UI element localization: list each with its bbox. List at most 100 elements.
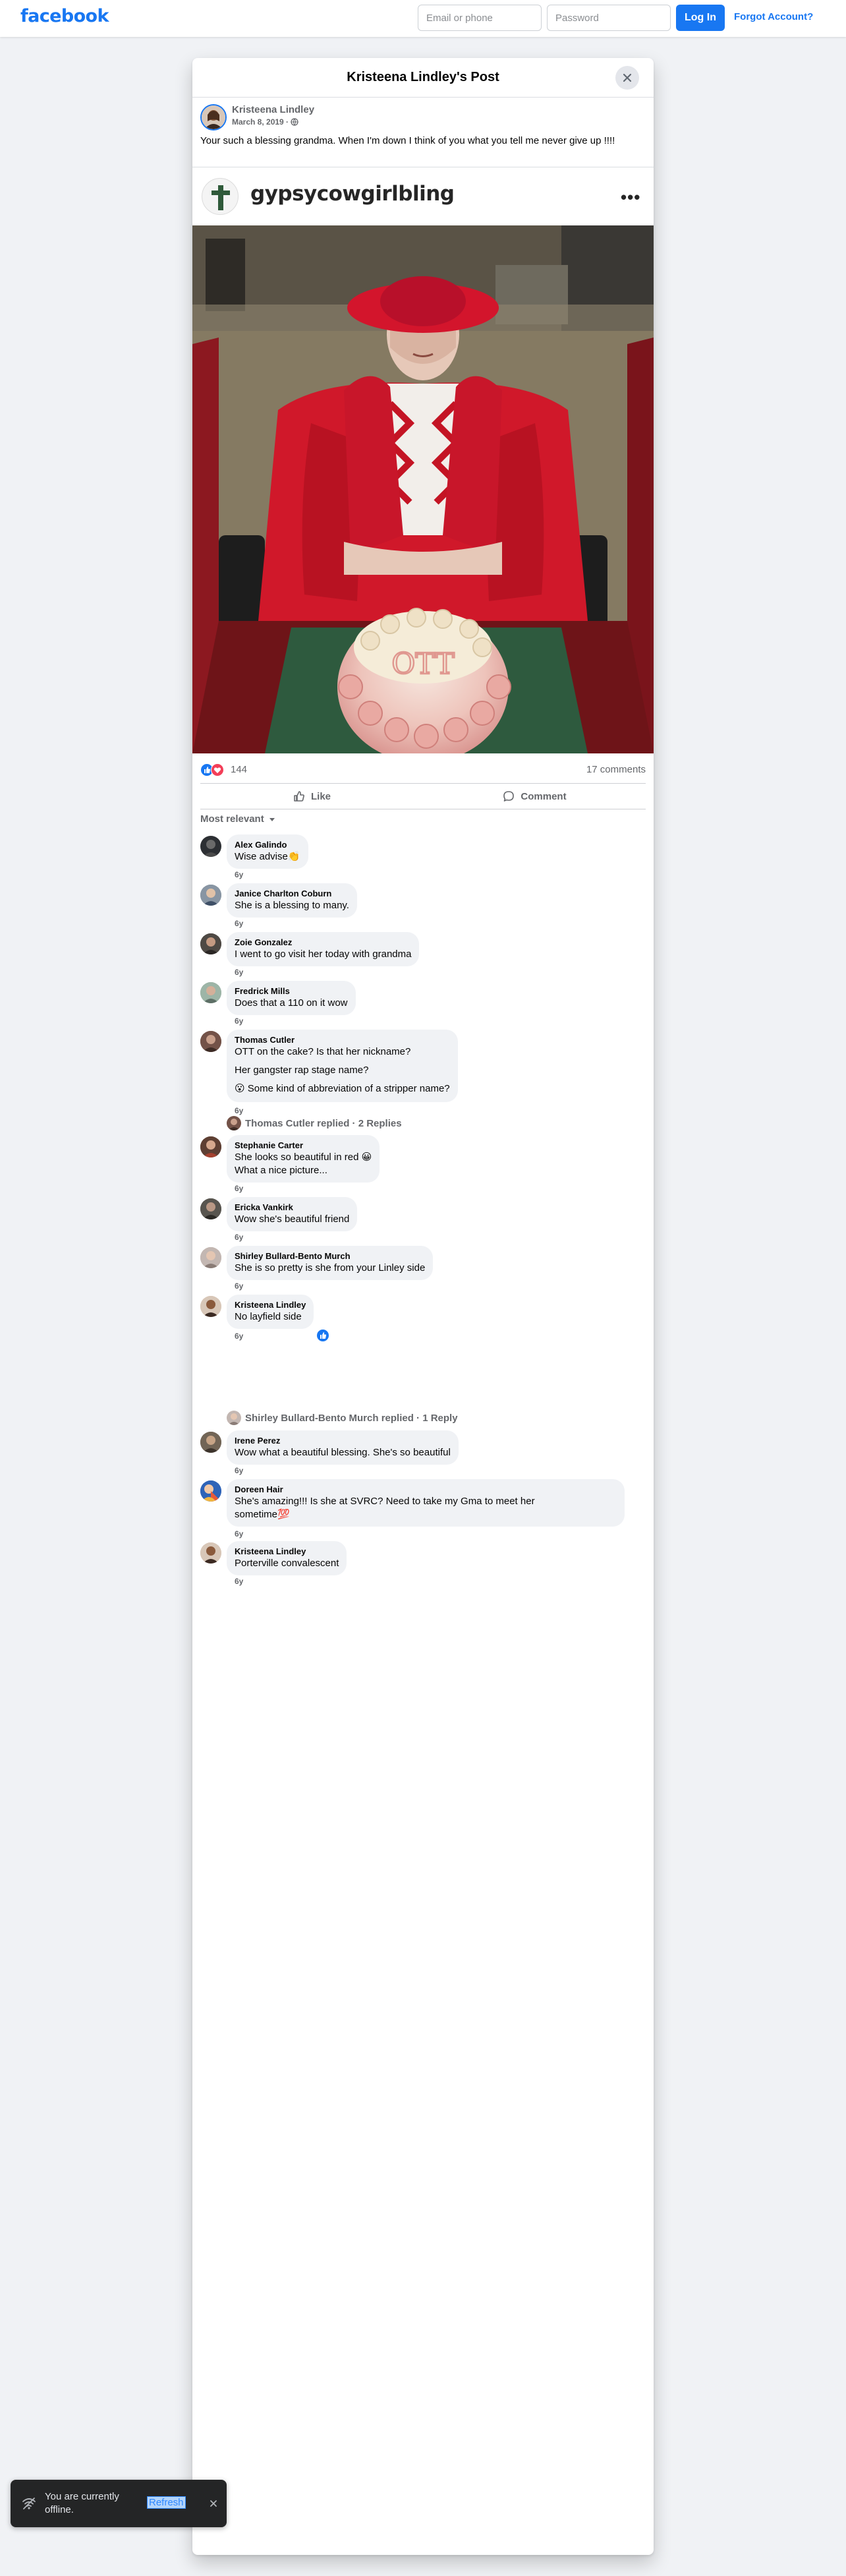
commenter-name[interactable]: Kristeena Lindley — [235, 1546, 339, 1557]
refresh-link[interactable]: Refresh — [147, 2496, 186, 2509]
post-text: Your such a blessing grandma. When I'm d… — [200, 135, 615, 146]
comment-age[interactable]: 6y — [235, 919, 243, 928]
comment-text: She is a blessing to many. — [235, 900, 349, 911]
comment-age[interactable]: 6y — [235, 870, 243, 879]
comment-avatar[interactable] — [200, 1432, 221, 1453]
comment-text: sometime💯 — [235, 1509, 290, 1520]
email-field[interactable] — [418, 5, 542, 31]
comment-item: Ericka Vankirk Wow she's beautiful frien… — [200, 1197, 646, 1244]
comment-item: Thomas Cutler OTT on the cake? Is that h… — [200, 1030, 646, 1115]
comment-bubble: Zoie Gonzalez I went to go visit her tod… — [227, 932, 420, 966]
comment-avatar[interactable] — [200, 1296, 221, 1317]
post-author-name[interactable]: Kristeena Lindley — [232, 104, 314, 115]
post-meta: March 8, 2019 · — [232, 117, 299, 127]
comment-text: She looks so beautiful in red 😀 — [235, 1152, 372, 1163]
toast-close-button[interactable] — [206, 2496, 221, 2511]
commenter-name[interactable]: Thomas Cutler — [235, 1035, 450, 1045]
comment-sort-dropdown[interactable]: Most relevant — [200, 813, 276, 825]
comment-avatar[interactable] — [200, 1480, 221, 1502]
comment-age[interactable]: 6y — [235, 1577, 243, 1586]
action-bar: Like Comment — [200, 783, 646, 809]
comment-age[interactable]: 6y — [235, 1332, 243, 1341]
comment-avatar[interactable] — [200, 885, 221, 906]
comment-age[interactable]: 6y — [235, 1233, 243, 1242]
comment-avatar[interactable] — [200, 1198, 221, 1219]
sort-label: Most relevant — [200, 813, 264, 825]
comment-age[interactable]: 6y — [235, 1016, 243, 1026]
commenter-name[interactable]: Kristeena Lindley — [235, 1300, 306, 1310]
forgot-account-link[interactable]: Forgot Account? — [734, 11, 813, 22]
commenter-name[interactable]: Shirley Bullard-Bento Murch — [235, 1251, 425, 1262]
comment-avatar[interactable] — [200, 1136, 221, 1157]
comment-button[interactable]: Comment — [423, 784, 646, 809]
commenter-name[interactable]: Fredrick Mills — [235, 986, 348, 997]
embed-username[interactable]: gypsycowgirlbling — [250, 182, 455, 206]
comment-text: OTT on the cake? Is that her nickname? — [235, 1046, 411, 1057]
post-photo[interactable]: OTT — [192, 225, 654, 753]
commenter-name[interactable]: Stephanie Carter — [235, 1140, 372, 1151]
embed-header: gypsycowgirlbling ••• — [192, 167, 654, 225]
comment-avatar[interactable] — [200, 836, 221, 857]
comment-avatar[interactable] — [200, 982, 221, 1003]
comment-count[interactable]: 17 comments — [586, 764, 646, 775]
comment-bubble: Thomas Cutler OTT on the cake? Is that h… — [227, 1030, 458, 1102]
password-field[interactable] — [547, 5, 671, 31]
comment-item: Kristeena Lindley No layfield side 6y — [200, 1295, 646, 1342]
comment-age[interactable]: 6y — [235, 1184, 243, 1193]
comment-item: Alex Galindo Wise advise👏 6y — [200, 834, 646, 882]
dialog-header: Kristeena Lindley's Post — [192, 58, 654, 98]
comment-like-reaction-icon[interactable] — [316, 1329, 329, 1342]
comment-item: Fredrick Mills Does that a 110 on it wow… — [200, 981, 646, 1028]
post-author-row: Kristeena Lindley March 8, 2019 · — [200, 103, 646, 132]
comment-age[interactable]: 6y — [235, 1466, 243, 1475]
thumbs-up-icon — [294, 791, 304, 802]
comment-text: She's amazing!!! Is she at SVRC? Need to… — [235, 1496, 535, 1507]
comment-label: Comment — [521, 790, 567, 802]
comment-bubble: Fredrick Mills Does that a 110 on it wow — [227, 981, 356, 1015]
author-avatar[interactable] — [200, 104, 227, 131]
cross-icon — [212, 185, 230, 210]
comment-bubble: Alex Galindo Wise advise👏 — [227, 834, 308, 869]
top-navigation: facebook Log In Forgot Account? — [0, 0, 846, 37]
love-reaction-icon[interactable] — [211, 763, 224, 776]
comment-bubble: Doreen Hair She's amazing!!! Is she at S… — [227, 1479, 625, 1527]
embed-profile-avatar[interactable] — [202, 178, 239, 215]
post-date[interactable]: March 8, 2019 · — [232, 117, 291, 127]
facebook-logo[interactable]: facebook — [20, 6, 109, 26]
comment-bubble: Kristeena Lindley Porterville convalesce… — [227, 1541, 347, 1575]
comment-bubble: Janice Charlton Coburn She is a blessing… — [227, 883, 357, 918]
instagram-embed[interactable]: gypsycowgirlbling ••• OTT — [192, 167, 654, 813]
comment-bubble: Kristeena Lindley No layfield side — [227, 1295, 314, 1329]
comment-avatar[interactable] — [200, 1031, 221, 1052]
reply-avatar — [227, 1116, 241, 1130]
comment-avatar[interactable] — [200, 1542, 221, 1564]
cake-text: OTT — [391, 647, 455, 681]
comment-avatar[interactable] — [200, 1247, 221, 1268]
like-button[interactable]: Like — [200, 784, 423, 809]
commenter-name[interactable]: Zoie Gonzalez — [235, 937, 411, 948]
commenter-name[interactable]: Ericka Vankirk — [235, 1202, 349, 1213]
comment-text: 😮 Some kind of abbreviation of a strippe… — [235, 1083, 450, 1094]
comment-age[interactable]: 6y — [235, 968, 243, 977]
comment-age[interactable]: 6y — [235, 1529, 243, 1538]
view-replies-link[interactable]: Shirley Bullard-Bento Murch replied · 1 … — [227, 1411, 458, 1425]
comment-text: Her gangster rap stage name? — [235, 1065, 369, 1076]
commenter-name[interactable]: Irene Perez — [235, 1436, 451, 1446]
reaction-count[interactable]: 144 — [231, 764, 247, 775]
commenter-name[interactable]: Alex Galindo — [235, 840, 300, 850]
login-button[interactable]: Log In — [676, 5, 725, 31]
dialog-title: Kristeena Lindley's Post — [347, 70, 499, 84]
close-button[interactable] — [615, 66, 639, 90]
commenter-name[interactable]: Doreen Hair — [235, 1484, 617, 1495]
comment-item: Shirley Bullard-Bento Murch She is so pr… — [200, 1246, 646, 1293]
caret-down-icon — [269, 817, 275, 821]
globe-icon — [291, 118, 299, 126]
view-replies-link[interactable]: Thomas Cutler replied · 2 Replies — [227, 1116, 402, 1130]
comment-age[interactable]: 6y — [235, 1106, 243, 1115]
comment-age[interactable]: 6y — [235, 1281, 243, 1291]
commenter-name[interactable]: Janice Charlton Coburn — [235, 889, 349, 899]
comment-bubble: Irene Perez Wow what a beautiful blessin… — [227, 1430, 459, 1465]
comment-text: Wow she's beautiful friend — [235, 1214, 350, 1225]
comment-avatar[interactable] — [200, 933, 221, 954]
more-options-icon[interactable]: ••• — [621, 187, 640, 208]
